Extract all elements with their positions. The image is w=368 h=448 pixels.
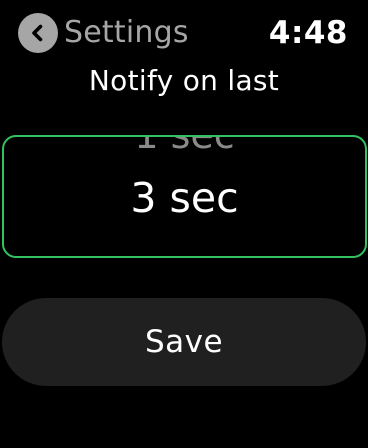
- status-bar: Settings 4:48: [0, 0, 368, 64]
- picker-selected-option[interactable]: 3 sec: [4, 173, 365, 223]
- picker-previous-option[interactable]: 1 sec: [4, 137, 365, 155]
- screen-title: Notify on last: [88, 64, 280, 97]
- save-button[interactable]: Save: [2, 298, 366, 386]
- back-button[interactable]: Settings: [18, 13, 189, 53]
- back-label: Settings: [64, 15, 189, 50]
- duration-picker[interactable]: 1 sec 3 sec: [2, 135, 367, 258]
- back-icon-circle: [18, 13, 58, 53]
- clock: 4:48: [268, 15, 348, 51]
- chevron-left-icon: [32, 24, 43, 42]
